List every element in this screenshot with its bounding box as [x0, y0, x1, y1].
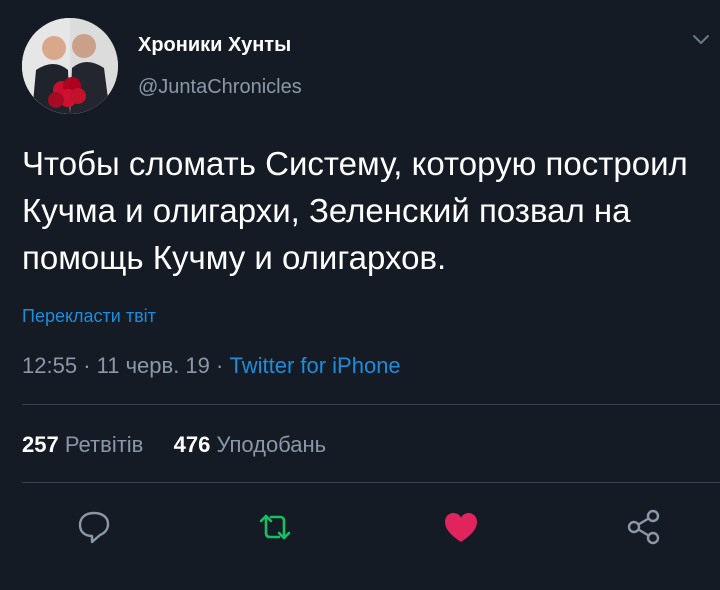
tweet-meta: 12:55 · 11 черв. 19 · Twitter for iPhone — [22, 353, 401, 379]
tweet-source-link[interactable]: Twitter for iPhone — [229, 353, 400, 378]
meta-separator: · — [83, 353, 91, 378]
meta-separator: · — [216, 353, 224, 378]
tweet-stats: 257 Ретвітів 476 Уподобань — [22, 432, 326, 458]
divider — [22, 404, 720, 405]
heart-icon[interactable] — [439, 505, 483, 549]
retweets-count: 257 — [22, 432, 59, 457]
avatar[interactable] — [22, 18, 118, 114]
likes-count: 476 — [173, 432, 211, 457]
likes-stat[interactable]: 476 Уподобань — [174, 432, 327, 457]
tweet-time: 12:55 — [22, 353, 78, 378]
retweets-label: Ретвітів — [64, 432, 144, 457]
retweets-stat[interactable]: 257 Ретвітів — [22, 432, 149, 457]
divider — [22, 482, 720, 483]
chevron-down-icon[interactable] — [690, 28, 712, 50]
tweet-date: 11 черв. 19 — [96, 353, 210, 378]
display-name[interactable]: Хроники Хунты — [138, 34, 291, 57]
likes-label: Уподобань — [216, 432, 327, 457]
share-icon[interactable] — [622, 505, 666, 549]
tweet-text: Чтобы сломать Систему, которую построил … — [22, 145, 688, 276]
translate-tweet-link[interactable]: Перекласти твіт — [22, 306, 156, 327]
user-handle[interactable]: @JuntaChronicles — [138, 76, 302, 99]
avatar-photo — [22, 18, 118, 114]
retweet-icon[interactable] — [253, 505, 297, 549]
reply-icon[interactable] — [72, 505, 116, 549]
